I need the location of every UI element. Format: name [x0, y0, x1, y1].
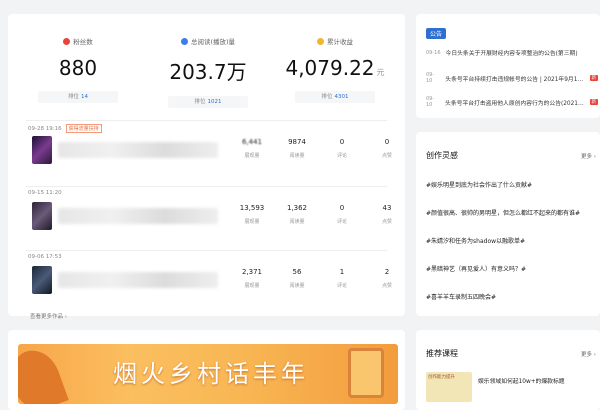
post-tag: 获得流量扶持: [65, 124, 102, 133]
post-time: 09-06 17:53: [28, 254, 62, 260]
notice-title: 头条号平台打击盗用他人原创内容行为的公告(2021年...: [445, 100, 585, 107]
stat-income[interactable]: 累计收益 4,079.22 元 排位 4301: [280, 36, 390, 103]
course-title: 推荐课程: [426, 349, 458, 358]
banner-image[interactable]: 烟火乡村话丰年: [18, 344, 398, 404]
metric-value: 1,362: [286, 204, 308, 212]
course-card: 推荐课程 更多 › 创作能力提升 娱乐领域如何起10w+的爆款标题: [416, 330, 600, 410]
metric-label: 点赞: [381, 219, 392, 225]
metric-label: 评论: [336, 283, 347, 289]
post-title-blurred[interactable]: [58, 142, 218, 158]
metric-value: 2: [384, 268, 390, 276]
stat-value: 203.7万: [169, 60, 247, 84]
stat-fans[interactable]: 粉丝数 880 排位 14: [23, 36, 133, 103]
topic-item[interactable]: #喜羊羊车录制五四晚会#: [426, 292, 496, 301]
stat-rank: 排位 14: [38, 91, 118, 103]
notice-item[interactable]: 09-10 头条号平台打击盗用他人原创内容行为的公告(2021年... 新: [426, 96, 598, 108]
stat-value: 4,079.22 元: [285, 56, 385, 80]
metric-label: 点赞: [381, 153, 392, 159]
post-thumbnail[interactable]: [32, 266, 52, 294]
metric-label: 展现量: [244, 283, 260, 289]
post-thumbnail[interactable]: [32, 136, 52, 164]
notices-card: 公告 09-16 今日头条关于开展财经内容专项整治的公告(第三期) 09-10 头条…: [416, 14, 600, 118]
metric-value: 0: [384, 138, 390, 146]
notice-item[interactable]: 09-16 今日头条关于开展财经内容专项整治的公告(第三期): [426, 48, 598, 58]
metric-label: 评论: [336, 153, 347, 159]
banner-lantern-decoration: [348, 348, 384, 398]
course-thumbnail[interactable]: 创作能力提升: [426, 372, 472, 402]
topic-item[interactable]: #颜值很高、很帅的男明星，但怎么都红不起来的都有谁#: [426, 208, 580, 217]
post-thumbnail[interactable]: [32, 202, 52, 230]
metric-label: 阅读量: [289, 283, 305, 289]
metric-label: 评论: [336, 219, 347, 225]
banner-leaf-decoration: [18, 344, 69, 404]
metric-label: 点赞: [381, 283, 392, 289]
metric-value: 2,371: [241, 268, 263, 276]
post-title-blurred[interactable]: [58, 272, 218, 288]
post-time: 09-15 11:20: [28, 190, 62, 196]
metric-value: 56: [292, 268, 302, 276]
stat-rank: 排位 1021: [168, 96, 248, 108]
divider: [26, 250, 387, 251]
post-item[interactable]: 09-28 19:16 获得流量扶持 6,441 展现量 9874 阅读量 0 评论 0…: [28, 124, 400, 184]
post-title-blurred[interactable]: [58, 208, 218, 224]
metric-value: 1: [339, 268, 345, 276]
new-badge: 新: [589, 99, 598, 105]
stat-label: 粉丝数: [73, 38, 93, 46]
divider: [26, 186, 387, 187]
eye-icon: [180, 37, 188, 45]
banner-title: 烟火乡村话丰年: [113, 360, 309, 388]
view-more-posts-link[interactable]: 查看更多作品 ›: [30, 312, 67, 320]
metric-value: 6,441: [241, 138, 263, 146]
fans-icon: [63, 37, 71, 45]
data-overview-card: 粉丝数 880 排位 14 总阅读(播放)量 203.7万 排位 1021 累计收益…: [8, 14, 405, 320]
post-item[interactable]: 09-15 11:20 13,593 展现量 1,362 阅读量 0 评论 43 点赞: [28, 190, 400, 248]
metric-value: 43: [382, 204, 392, 212]
metric-label: 展现量: [244, 153, 260, 159]
stat-reads[interactable]: 总阅读(播放)量 203.7万 排位 1021: [153, 36, 263, 108]
promo-banner[interactable]: 烟火乡村话丰年: [8, 330, 405, 410]
notice-item[interactable]: 09-10 头条号平台持续打击违规帐号的公告 | 2021年9月10日新: [426, 72, 598, 84]
metric-label: 展现量: [244, 219, 260, 225]
course-thumbnail-label: 创作能力提升: [428, 375, 455, 380]
inspiration-card: 创作灵感 更多 › #娱乐明星到底为社会作出了什么贡献# #颜值很高、很帅的男明…: [416, 132, 600, 316]
metric-label: 阅读量: [289, 219, 305, 225]
notice-title: 今日头条关于开展财经内容专项整治的公告(第三期): [445, 51, 578, 57]
topic-item[interactable]: #黑暗神艺（再见爱人）有意义吗？#: [426, 264, 526, 273]
inspiration-title: 创作灵感: [426, 151, 458, 160]
coin-icon: [317, 37, 324, 45]
metric-value: 9874: [288, 138, 306, 146]
new-badge: 新: [589, 75, 598, 81]
notice-title: 头条号平台持续打击违规帐号的公告 | 2021年9月10日: [445, 76, 585, 83]
metric-value: 13,593: [239, 204, 265, 212]
topic-item[interactable]: #朱婧汐和任务为shadow以融歌单#: [426, 236, 525, 245]
notices-tab[interactable]: 公告: [426, 28, 447, 39]
inspiration-more-link[interactable]: 更多 ›: [581, 152, 596, 160]
course-more-link[interactable]: 更多 ›: [581, 350, 596, 358]
metric-value: 0: [339, 204, 345, 212]
stat-label: 累计收益: [327, 38, 353, 46]
stat-label: 总阅读(播放)量: [190, 38, 236, 46]
stat-rank: 排位 4301: [295, 91, 375, 103]
post-time: 09-28 19:16: [28, 125, 62, 132]
metric-label: 阅读量: [289, 153, 305, 159]
topic-item[interactable]: #娱乐明星到底为社会作出了什么贡献#: [426, 180, 532, 189]
divider: [26, 120, 387, 121]
post-item[interactable]: 09-06 17:53 2,371 展现量 56 阅读量 1 评论 2 点赞: [28, 254, 400, 310]
course-name[interactable]: 娱乐领域如何起10w+的爆款标题: [478, 376, 596, 385]
stat-value: 880: [58, 56, 98, 80]
metric-value: 0: [339, 138, 345, 146]
